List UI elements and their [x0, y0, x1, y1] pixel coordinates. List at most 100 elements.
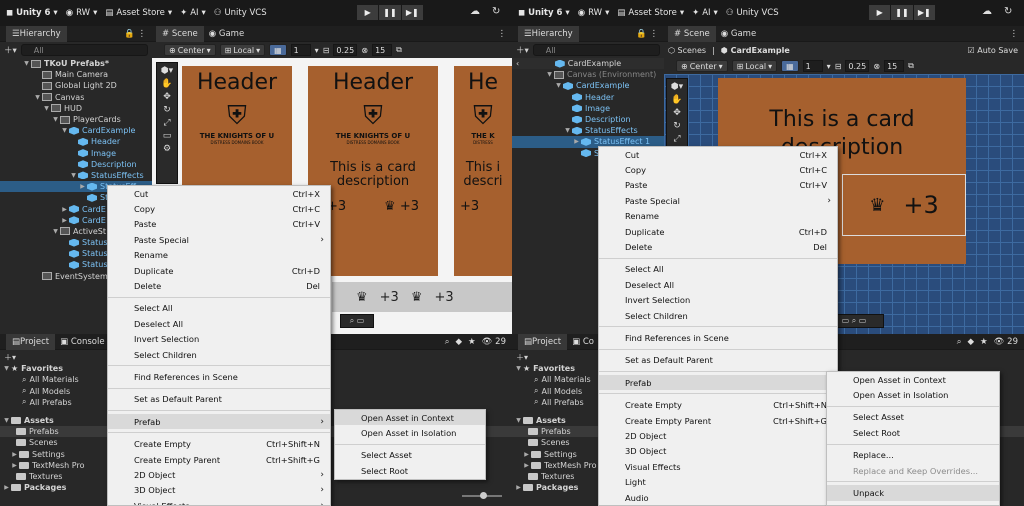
hierarchy-tab[interactable]: ☰ Hierarchy [6, 25, 67, 42]
project-toolbar[interactable]: ⌕ ◆ ★ 👁 29 [445, 337, 506, 347]
tab-scene[interactable]: # Scene [156, 26, 204, 42]
hierarchy-row[interactable]: ▼ Canvas [0, 92, 152, 103]
menu-item-paste-special[interactable]: Paste Special › [599, 193, 837, 208]
grid-size-field[interactable]: 1 [802, 60, 823, 72]
menu-item-set-as-default-parent[interactable]: Set as Default Parent [599, 353, 837, 368]
menu-item-visual-effects[interactable]: Visual Effects› [599, 459, 837, 474]
tab-game[interactable]: ◉ Game [209, 29, 244, 39]
pivot-dropdown[interactable]: ⊕ Center ▾ [676, 60, 728, 72]
menu-item-paste[interactable]: Paste Ctrl+V [108, 217, 330, 232]
expand-arrow-icon[interactable]: ▼ [554, 82, 563, 89]
menu-item-select-asset[interactable]: Select Asset [335, 448, 485, 463]
menu-item-open-asset-in-context[interactable]: Open Asset in Context [827, 372, 999, 387]
grid-snap-icon[interactable]: ▦ [781, 60, 799, 72]
asset-store-button[interactable]: ▤ Asset Store ▾ [105, 8, 172, 18]
space-dropdown[interactable]: ⊞ Local ▾ [731, 60, 778, 72]
grid-size-field[interactable]: 1 [290, 44, 311, 56]
hierarchy-row[interactable]: ▼ StatusEffects [0, 170, 152, 181]
back-icon[interactable]: ‹ [516, 59, 519, 68]
snap-field[interactable]: 0.25 [333, 44, 358, 56]
menu-item-unpack-completely[interactable]: Unpack Completely [827, 501, 999, 505]
expand-arrow-icon[interactable]: ▶ [78, 183, 87, 190]
menu-item-select-all[interactable]: Select All [599, 262, 837, 277]
menu-item-open-asset-in-isolation[interactable]: Open Asset in Isolation [335, 425, 485, 440]
visibility-icon[interactable]: 👁 29 [994, 337, 1018, 347]
expand-arrow-icon[interactable]: ▼ [51, 228, 60, 235]
play-icon[interactable]: ▶ [869, 5, 891, 20]
hierarchy-row[interactable]: Image [0, 148, 152, 159]
menu-item-select-asset[interactable]: Select Asset [827, 410, 999, 425]
menu-item-select-root[interactable]: Select Root [827, 425, 999, 440]
rotate-icon[interactable]: ↻ [163, 105, 171, 115]
menu-item-find-references-in-scene[interactable]: Find References in Scene [108, 369, 330, 384]
move-icon[interactable]: ✥ [673, 108, 681, 118]
menu-item-visual-effects[interactable]: Visual Effects› [108, 498, 330, 505]
play-icon[interactable]: ▶ [357, 5, 379, 20]
project-toolbar[interactable]: ⌕ ◆ ★ 👁 29 [957, 337, 1018, 347]
menu-item-deselect-all[interactable]: Deselect All [599, 277, 837, 292]
rotate-icon[interactable]: ↻ [673, 121, 681, 131]
menu-item-cut[interactable]: Cut Ctrl+X [108, 186, 330, 201]
menu-item-select-children[interactable]: Select Children [599, 308, 837, 323]
vcs-button[interactable]: ⚇ Unity VCS [214, 8, 267, 18]
menu-item-invert-selection[interactable]: Invert Selection [108, 332, 330, 347]
pause-icon[interactable]: ❚❚ [379, 5, 401, 20]
hand-icon[interactable]: ✋ [671, 95, 682, 105]
rotate-field[interactable]: 15 [884, 60, 905, 72]
hierarchy-row[interactable]: ▼ Canvas (Environment) [512, 69, 664, 80]
status-effect-selection[interactable]: ♛ +3 [842, 174, 966, 236]
menu-item-rename[interactable]: Rename [599, 209, 837, 224]
hierarchy-row[interactable]: Main Camera [0, 69, 152, 80]
prefab-mode-header[interactable]: ‹ CardExample [512, 58, 664, 70]
hierarchy-row[interactable]: ▼ StatusEffects [512, 125, 664, 136]
search-input[interactable]: All [20, 44, 148, 56]
account-dropdown[interactable]: ◉ RW ▾ [66, 8, 98, 18]
menu-item-open-asset-in-context[interactable]: Open Asset in Context [335, 410, 485, 426]
menu-item-prefab[interactable]: Prefab› [599, 375, 837, 391]
card-3[interactable]: He ⛨ THE K DISTRESS This i descri +3 [454, 66, 512, 276]
menu-item-select-all[interactable]: Select All [108, 301, 330, 316]
menu-item-create-empty-parent[interactable]: Create Empty Parent Ctrl+Shift+G [599, 413, 837, 428]
expand-arrow-icon[interactable]: ▶ [60, 206, 69, 213]
expand-arrow-icon[interactable]: ▼ [60, 127, 69, 134]
rotate-snap-icon[interactable]: ⊗ [873, 62, 880, 71]
history-icon[interactable]: ↻ [492, 6, 500, 17]
cloud-icon[interactable]: ☁ [470, 6, 480, 17]
tab-project[interactable]: ▤ Project [6, 333, 56, 350]
tab-project[interactable]: ▤ Project [518, 333, 568, 350]
zoom-slider[interactable] [462, 492, 502, 499]
menu-item-set-as-default-parent[interactable]: Set as Default Parent [108, 392, 330, 407]
menu-item-create-empty[interactable]: Create Empty Ctrl+Shift+N [599, 397, 837, 412]
hand-icon[interactable]: ✋ [161, 79, 172, 89]
scale-icon[interactable]: ⤢ [163, 118, 170, 128]
vcs-button[interactable]: ⚇ Unity VCS [726, 8, 779, 18]
hierarchy-row[interactable]: ▼ CardExample [512, 80, 664, 91]
expand-arrow-icon[interactable]: ▼ [22, 60, 31, 67]
step-icon[interactable]: ▶❚ [913, 5, 935, 20]
menu-item-copy[interactable]: Copy Ctrl+C [108, 201, 330, 216]
tab-game[interactable]: ◉ Game [721, 29, 756, 39]
search-input[interactable]: All [532, 44, 660, 56]
expand-arrow-icon[interactable]: ▼ [545, 71, 554, 78]
breadcrumb-card[interactable]: ⬢ CardExample [721, 46, 790, 55]
hierarchy-row[interactable]: Global Light 2D [0, 80, 152, 91]
menu-item-3d-object[interactable]: 3D Object › [108, 483, 330, 498]
menu-item-select-children[interactable]: Select Children [108, 347, 330, 362]
scale-icon[interactable]: ⤢ [673, 134, 680, 144]
hierarchy-row[interactable]: ▼ CardExample [0, 125, 152, 136]
expand-arrow-icon[interactable]: ▼ [563, 127, 572, 134]
view-tool-icon[interactable]: ⬢▾ [161, 66, 173, 76]
view-tool-icon[interactable]: ⬢▾ [671, 82, 683, 92]
lock-icon[interactable]: 🔒 ⋮ [124, 29, 146, 39]
menu-item-paste[interactable]: Paste Ctrl+V [599, 178, 837, 193]
menu-item-find-references-in-scene[interactable]: Find References in Scene [599, 330, 837, 345]
rotate-field[interactable]: 15 [372, 44, 393, 56]
menu-item-select-root[interactable]: Select Root [335, 463, 485, 478]
account-dropdown[interactable]: ◉ RW ▾ [578, 8, 610, 18]
rect-icon[interactable]: ▭ [163, 131, 172, 141]
menu-item-2d-object[interactable]: 2D Object› [599, 428, 837, 443]
hierarchy-row[interactable]: Image [512, 103, 664, 114]
snap-icon[interactable]: ⊟ [835, 62, 842, 71]
pause-icon[interactable]: ❚❚ [891, 5, 913, 20]
menu-item-unpack[interactable]: Unpack [827, 485, 999, 501]
